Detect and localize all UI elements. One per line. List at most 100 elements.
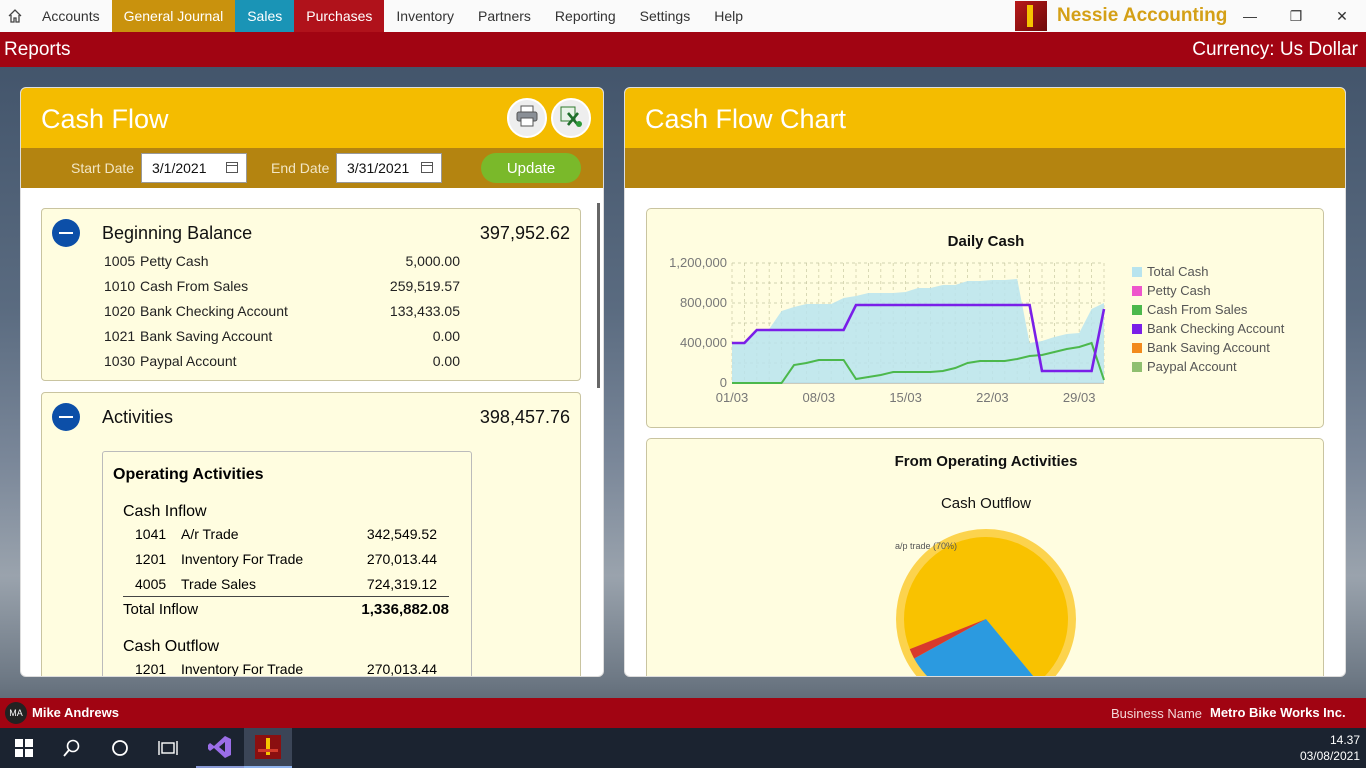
operating-activities-chart-card: From Operating Activities Cash Outflow a… bbox=[646, 438, 1324, 676]
x-tick-label: 01/03 bbox=[716, 390, 749, 405]
calendar-icon[interactable] bbox=[421, 162, 433, 173]
y-tick-label: 400,000 bbox=[680, 335, 727, 350]
end-date-value: 3/31/2021 bbox=[347, 160, 410, 176]
print-button[interactable] bbox=[507, 98, 547, 138]
legend-swatch bbox=[1132, 361, 1142, 372]
cortana-icon[interactable] bbox=[96, 728, 144, 768]
total-inflow-label: Total Inflow bbox=[123, 601, 199, 618]
business-name-label: Business Name bbox=[1111, 706, 1203, 721]
activities-total: 398,457.76 bbox=[479, 407, 570, 427]
list-item: 1020 Bank Checking Account 133,433.05 bbox=[104, 303, 460, 319]
x-tick-label: 22/03 bbox=[976, 390, 1009, 405]
total-inflow-value: 1,336,882.08 bbox=[361, 601, 449, 618]
table-row: 4005 Trade Sales 724,319.12 bbox=[135, 576, 437, 592]
taskbar: 14.37 03/08/2021 bbox=[0, 728, 1366, 768]
menu-purchases[interactable]: Purchases bbox=[294, 0, 385, 32]
status-bar: MA Mike Andrews Business Name Metro Bike… bbox=[0, 698, 1366, 728]
brand: Nessie Accounting bbox=[1015, 0, 1227, 32]
daily-cash-card: Daily Cash 0 400,000 800,000 1,200,000 01/03… bbox=[646, 208, 1324, 428]
business-name-value: Metro Bike Works Inc. bbox=[1210, 705, 1346, 720]
menu-sales[interactable]: Sales bbox=[235, 0, 295, 32]
menu-partners[interactable]: Partners bbox=[466, 0, 543, 32]
legend-item: Bank Saving Account bbox=[1132, 340, 1270, 355]
cash-outflow-title: Cash Outflow bbox=[123, 638, 220, 655]
x-tick-label: 15/03 bbox=[889, 390, 922, 405]
brand-name: Nessie Accounting bbox=[1057, 5, 1228, 26]
y-tick-label: 800,000 bbox=[680, 295, 727, 310]
minimize-icon[interactable]: — bbox=[1227, 0, 1273, 32]
scrollbar[interactable] bbox=[597, 203, 600, 388]
menu-reporting[interactable]: Reporting bbox=[543, 0, 628, 32]
printer-icon bbox=[515, 105, 539, 132]
reports-header: Reports Currency: Us Dollar bbox=[0, 32, 1366, 67]
brand-logo bbox=[1015, 1, 1047, 31]
legend-item: Cash From Sales bbox=[1132, 302, 1247, 317]
beginning-balance-card: Beginning Balance 397,952.62 1005 Petty C… bbox=[41, 208, 581, 381]
legend-label: Bank Saving Account bbox=[1147, 340, 1270, 355]
collapse-icon[interactable] bbox=[52, 219, 80, 247]
menu-general-journal[interactable]: General Journal bbox=[111, 0, 236, 32]
chart-panel-subbar bbox=[625, 148, 1345, 188]
y-tick-label: 1,200,000 bbox=[669, 255, 727, 270]
legend-label: Total Cash bbox=[1147, 264, 1209, 279]
menu-help[interactable]: Help bbox=[702, 0, 755, 32]
legend-item: Paypal Account bbox=[1132, 359, 1237, 374]
activities-card: Activities 398,457.76 Operating Activiti… bbox=[41, 392, 581, 677]
cash-flow-chart-panel: Cash Flow Chart Daily Cash 0 400,000 800,0… bbox=[624, 87, 1346, 677]
legend-label: Petty Cash bbox=[1147, 283, 1211, 298]
legend-item: Bank Checking Account bbox=[1132, 321, 1284, 336]
visual-studio-icon[interactable] bbox=[196, 728, 244, 768]
update-button[interactable]: Update bbox=[481, 153, 581, 183]
y-tick-label: 0 bbox=[720, 375, 727, 390]
cash-flow-panel: Cash Flow Start Date 3/1/2021 End Date 3… bbox=[20, 87, 604, 677]
legend-label: Paypal Account bbox=[1147, 359, 1237, 374]
home-icon[interactable] bbox=[0, 0, 30, 32]
legend-swatch bbox=[1132, 323, 1142, 334]
legend-swatch bbox=[1132, 285, 1142, 296]
collapse-icon[interactable] bbox=[52, 403, 80, 431]
cash-flow-title: Cash Flow bbox=[41, 104, 169, 134]
close-icon[interactable]: ✕ bbox=[1319, 0, 1365, 32]
legend-label: Cash From Sales bbox=[1147, 302, 1248, 317]
legend-item: Petty Cash bbox=[1132, 283, 1211, 298]
end-date-picker[interactable]: 3/31/2021 bbox=[336, 153, 442, 183]
date-filter-bar: Start Date 3/1/2021 End Date 3/31/2021 U… bbox=[21, 148, 603, 188]
clock-time: 14.37 bbox=[1329, 733, 1360, 747]
activities-title: Activities bbox=[102, 407, 174, 427]
operating-activities-box: Operating Activities Cash Inflow 1041 A/r… bbox=[102, 451, 472, 677]
beginning-balance-total: 397,952.62 bbox=[479, 223, 570, 243]
clock[interactable]: 14.37 03/08/2021 bbox=[1300, 732, 1360, 764]
export-excel-button[interactable] bbox=[551, 98, 591, 138]
search-icon[interactable] bbox=[48, 728, 96, 768]
currency-label: Currency: Us Dollar bbox=[1192, 39, 1358, 60]
menu-settings[interactable]: Settings bbox=[628, 0, 703, 32]
page-title: Reports bbox=[4, 39, 71, 60]
cash-outflow-pie: a/p trade (70%) bbox=[895, 529, 1076, 676]
pie-slice-label: a/p trade (70%) bbox=[895, 541, 957, 551]
x-tick-label: 08/03 bbox=[803, 390, 836, 405]
end-date-label: End Date bbox=[271, 160, 330, 176]
table-row: 1201 Inventory For Trade 270,013.44 bbox=[135, 661, 437, 677]
windows-start-icon[interactable] bbox=[0, 728, 48, 768]
task-view-icon[interactable] bbox=[144, 728, 192, 768]
total-inflow-row: Total Inflow 1,336,882.08 bbox=[123, 596, 449, 618]
avatar[interactable]: MA bbox=[5, 702, 27, 724]
start-date-value: 3/1/2021 bbox=[152, 160, 207, 176]
list-item: 1021 Bank Saving Account 0.00 bbox=[104, 328, 460, 344]
nessie-accounting-taskbar-icon[interactable] bbox=[244, 728, 292, 768]
menu-inventory[interactable]: Inventory bbox=[384, 0, 466, 32]
start-date-label: Start Date bbox=[71, 160, 135, 176]
cash-flow-header: Cash Flow bbox=[21, 88, 603, 148]
table-row: 1041 A/r Trade 342,549.52 bbox=[135, 526, 437, 542]
excel-icon bbox=[559, 104, 583, 133]
list-item: 1010 Cash From Sales 259,519.57 bbox=[104, 278, 460, 294]
clock-date: 03/08/2021 bbox=[1299, 749, 1360, 763]
restore-icon[interactable]: ❐ bbox=[1273, 0, 1319, 32]
user-name: Mike Andrews bbox=[32, 705, 119, 720]
beginning-balance-title: Beginning Balance bbox=[102, 223, 253, 243]
list-item: 1005 Petty Cash 5,000.00 bbox=[104, 253, 460, 269]
daily-cash-chart: 0 400,000 800,000 1,200,000 01/03 08/03 15/03 2… bbox=[669, 255, 1106, 405]
start-date-picker[interactable]: 3/1/2021 bbox=[141, 153, 247, 183]
calendar-icon[interactable] bbox=[226, 162, 238, 173]
menu-accounts[interactable]: Accounts bbox=[30, 0, 112, 32]
